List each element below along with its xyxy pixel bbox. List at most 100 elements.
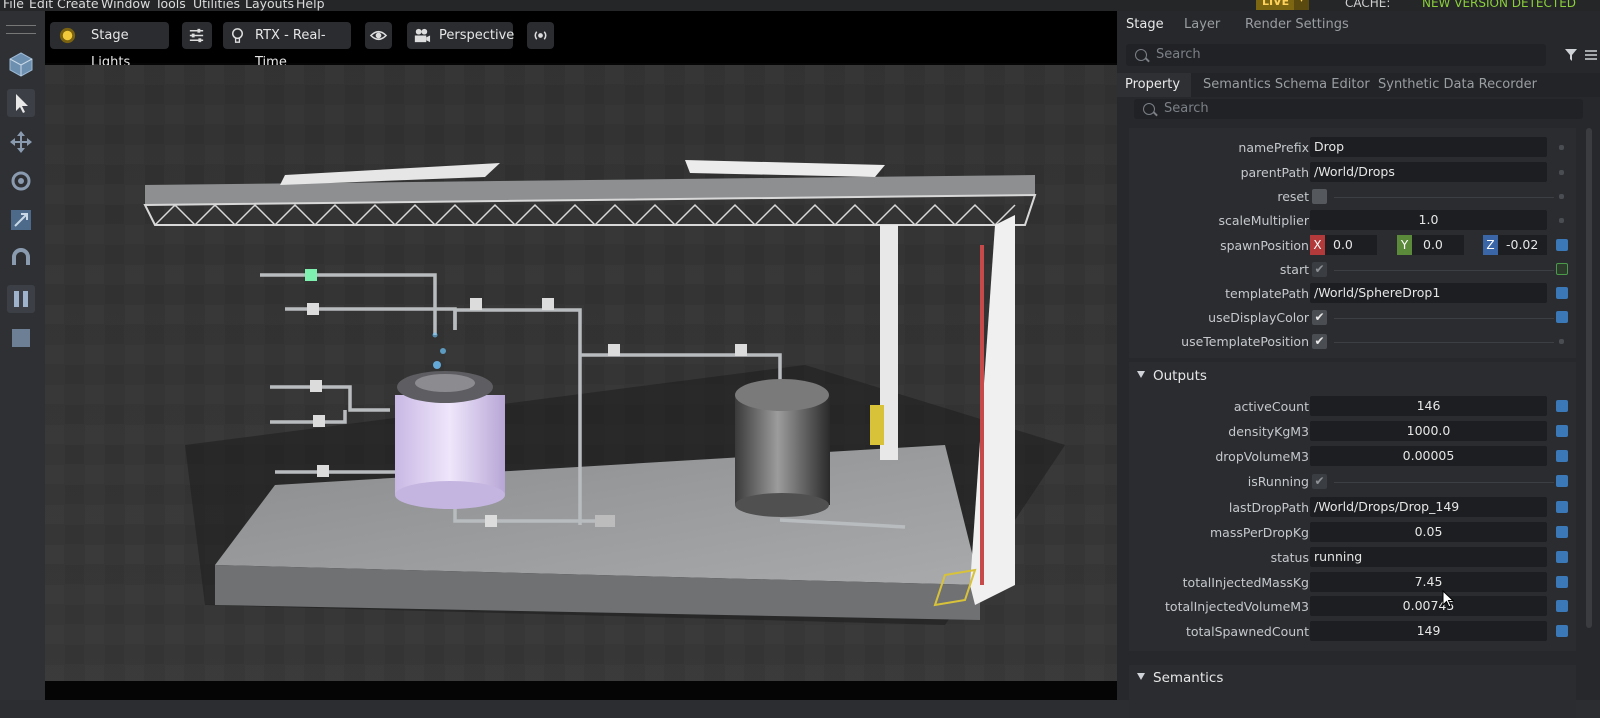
viewport[interactable]: Stage Lights RTX - Real-Time Perspective bbox=[45, 11, 1117, 700]
start-checkbox[interactable]: ✔ bbox=[1312, 262, 1327, 277]
valve bbox=[485, 515, 497, 527]
prop-label: namePrefix bbox=[1238, 140, 1309, 155]
menu-create[interactable]: Create bbox=[57, 0, 99, 11]
menu-tools[interactable]: Tools bbox=[155, 0, 186, 11]
filter-icon[interactable] bbox=[1564, 48, 1578, 62]
valve bbox=[307, 303, 319, 315]
select-arrow-icon[interactable] bbox=[7, 89, 35, 117]
lastdroppath-field[interactable]: /World/Drops/Drop_149 bbox=[1310, 497, 1547, 517]
out-row-totalinjectedvolumem3: totalInjectedVolumeM3 0.00745 bbox=[1129, 595, 1576, 619]
totalspawnedcount-field[interactable]: 149 bbox=[1310, 621, 1547, 641]
stage-lights-button[interactable]: Stage Lights bbox=[50, 22, 169, 70]
prop-row-templatepath: templatePath /World/SphereDrop1 bbox=[1129, 282, 1576, 306]
move-icon[interactable] bbox=[7, 128, 35, 156]
hamburger-menu-icon[interactable] bbox=[1584, 48, 1598, 62]
scalemultiplier-field[interactable]: 1.0 bbox=[1310, 210, 1547, 230]
outputs-section-header[interactable]: Outputs bbox=[1129, 364, 1576, 390]
parentpath-field[interactable]: /World/Drops bbox=[1310, 162, 1547, 182]
usetemplateposition-checkbox[interactable]: ✔ bbox=[1312, 334, 1327, 349]
totalinjectedmasskg-field[interactable]: 7.45 bbox=[1310, 572, 1547, 592]
prop-label: useDisplayColor bbox=[1208, 310, 1309, 325]
tab-stage[interactable]: Stage bbox=[1126, 17, 1164, 32]
semantics-section-header[interactable]: Semantics bbox=[1129, 667, 1576, 693]
scene-render[interactable] bbox=[45, 65, 1117, 681]
visibility-button[interactable] bbox=[365, 22, 392, 49]
live-button[interactable]: LIVE ▾ bbox=[1256, 0, 1309, 10]
broadcast-button[interactable] bbox=[527, 22, 554, 49]
lightbulb-icon bbox=[231, 28, 244, 43]
menu-file[interactable]: File bbox=[3, 0, 24, 11]
metal-tank-top bbox=[735, 379, 829, 411]
menu-utilities[interactable]: Utilities bbox=[193, 0, 240, 11]
renderer-button[interactable]: RTX - Real-Time bbox=[223, 22, 351, 70]
spawn-x-field[interactable]: 0.0 bbox=[1325, 235, 1377, 255]
tab-synthetic-data-recorder[interactable]: Synthetic Data Recorder bbox=[1378, 77, 1537, 92]
isrunning-checkbox[interactable]: ✔ bbox=[1312, 474, 1327, 489]
spawn-y-field[interactable]: 0.0 bbox=[1412, 235, 1464, 255]
drop bbox=[440, 348, 446, 354]
mouse-cursor-icon bbox=[1442, 590, 1454, 608]
outputs-title: Outputs bbox=[1153, 368, 1207, 384]
semantics-title: Semantics bbox=[1153, 670, 1224, 686]
scale-icon[interactable] bbox=[7, 206, 35, 234]
prop-label: totalInjectedVolumeM3 bbox=[1165, 599, 1309, 614]
totalinjectedvolumem3-field[interactable]: 0.00745 bbox=[1310, 596, 1547, 616]
pause-icon[interactable] bbox=[7, 285, 35, 313]
row-divider bbox=[1334, 270, 1554, 271]
cube-icon[interactable] bbox=[7, 50, 35, 78]
tab-layer[interactable]: Layer bbox=[1184, 17, 1220, 32]
densitykgm3-field[interactable]: 1000.0 bbox=[1310, 421, 1547, 441]
settings-sliders-button[interactable] bbox=[182, 22, 212, 49]
prop-label: densityKgM3 bbox=[1228, 424, 1309, 439]
tab-semantics-schema-editor[interactable]: Semantics Schema Editor bbox=[1203, 77, 1370, 92]
usedisplaycolor-checkbox[interactable]: ✔ bbox=[1312, 310, 1327, 325]
rotate-icon[interactable] bbox=[7, 167, 35, 195]
attr-indicator bbox=[1556, 475, 1568, 487]
menu-help[interactable]: Help bbox=[296, 0, 325, 11]
axis-y-label: Y bbox=[1397, 235, 1412, 255]
spawn-z-field[interactable]: -0.02 bbox=[1498, 235, 1547, 255]
prop-label: scaleMultiplier bbox=[1218, 213, 1309, 228]
collapse-triangle-icon bbox=[1137, 371, 1145, 378]
property-search-input[interactable]: Search bbox=[1134, 99, 1583, 119]
camera-label: Perspective bbox=[439, 28, 515, 43]
tab-property[interactable]: Property bbox=[1125, 77, 1180, 92]
status-field[interactable]: running bbox=[1310, 547, 1547, 567]
activecount-field[interactable]: 146 bbox=[1310, 396, 1547, 416]
nameprefix-field[interactable]: Drop bbox=[1310, 137, 1547, 157]
attr-indicator bbox=[1556, 551, 1568, 563]
tab-render-settings[interactable]: Render Settings bbox=[1245, 17, 1349, 32]
dropvolumem3-field[interactable]: 0.00005 bbox=[1310, 446, 1547, 466]
prop-label: status bbox=[1270, 550, 1309, 565]
snap-magnet-icon[interactable] bbox=[7, 245, 35, 273]
stop-icon[interactable] bbox=[7, 324, 35, 352]
axis-z-label: Z bbox=[1483, 235, 1498, 255]
purple-tank bbox=[395, 395, 505, 495]
prop-label: templatePath bbox=[1225, 286, 1309, 301]
camera-button[interactable]: Perspective bbox=[407, 22, 515, 49]
axis-x-label: X bbox=[1310, 235, 1325, 255]
menu-edit[interactable]: Edit bbox=[29, 0, 53, 11]
row-divider bbox=[1334, 482, 1554, 483]
scrollbar[interactable] bbox=[1586, 128, 1592, 628]
prop-label: totalInjectedMassKg bbox=[1182, 575, 1309, 590]
valve bbox=[470, 298, 482, 310]
reset-checkbox[interactable] bbox=[1312, 189, 1327, 204]
out-row-dropvolumem3: dropVolumeM3 0.00005 bbox=[1129, 445, 1576, 469]
massperdropkg-field[interactable]: 0.05 bbox=[1310, 522, 1547, 542]
chevron-down-icon[interactable]: ▾ bbox=[1294, 0, 1309, 10]
attr-indicator bbox=[1556, 400, 1568, 412]
templatepath-field[interactable]: /World/SphereDrop1 bbox=[1310, 283, 1547, 303]
prop-label: dropVolumeM3 bbox=[1215, 449, 1309, 464]
menu-window[interactable]: Window bbox=[101, 0, 150, 11]
menu-layouts[interactable]: Layouts bbox=[245, 0, 294, 11]
sliders-icon bbox=[189, 28, 204, 43]
column-hazard-stripe bbox=[870, 405, 884, 445]
out-row-massperdropkg: massPerDropKg 0.05 bbox=[1129, 521, 1576, 545]
prop-label: start bbox=[1279, 262, 1309, 277]
new-version-notice[interactable]: NEW VERSION DETECTED bbox=[1422, 0, 1576, 10]
stage-search-input[interactable]: Search bbox=[1126, 44, 1546, 66]
attr-indicator bbox=[1556, 526, 1568, 538]
broadcast-icon bbox=[534, 31, 547, 40]
attr-indicator bbox=[1559, 170, 1564, 175]
